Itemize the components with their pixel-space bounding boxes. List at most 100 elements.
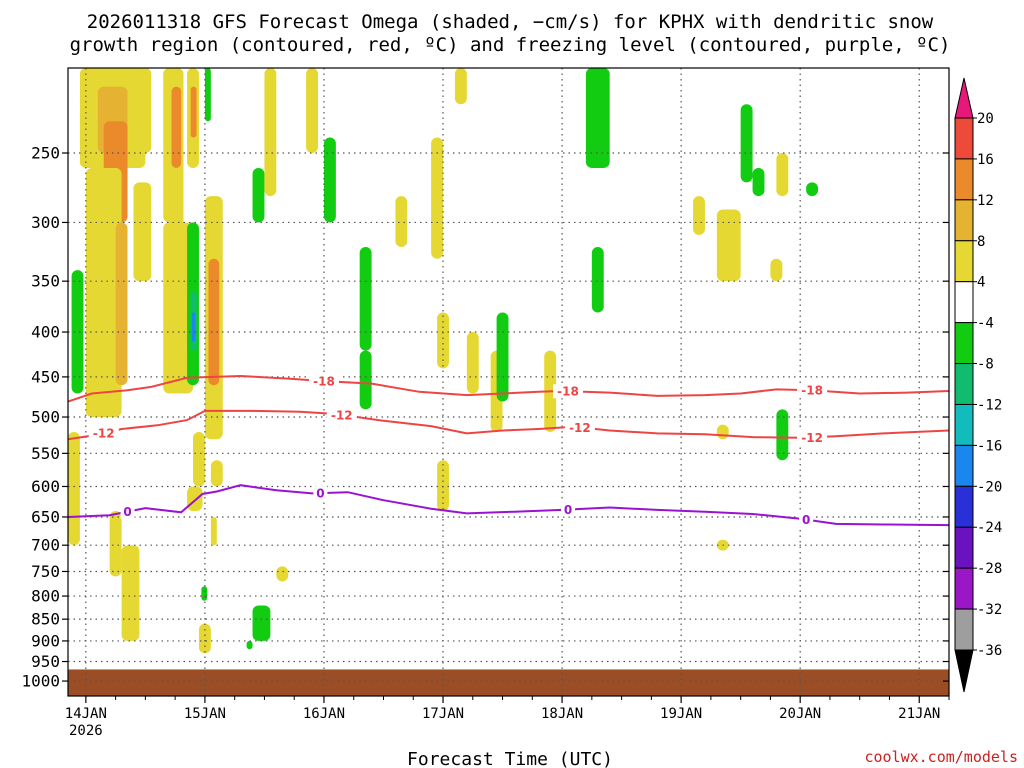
chart-title-line-1: 2026011318 GFS Forecast Omega (shaded, −… [87,11,934,33]
omega-patch [190,86,197,138]
omega-time-height-chart: 2026011318 GFS Forecast Omega (shaded, −… [21,11,1018,768]
omega-patch [109,511,122,577]
omega-patch [133,182,152,282]
colorbar-segment [954,281,974,324]
omega-patch [306,68,319,153]
colorbar-segment [954,608,974,651]
colorbar-segment [954,567,974,610]
plot-area: -18 -18 -18 -12 -12 -12 -12 0 0 0 0 [67,67,950,697]
omega-patch [466,332,479,394]
omega-patch [252,605,271,641]
omega-patch [171,86,182,168]
omega-patch [716,209,741,282]
y-tick-label: 600 [31,477,60,496]
x-tick-label: 19JAN [660,706,702,722]
contour-label: -12 [569,421,591,435]
omega-patch [431,137,444,259]
colorbar-segment [954,444,974,487]
omega-patch [252,167,265,223]
y-tick-label: 950 [31,652,60,671]
x-tick-label: 14JAN [65,706,107,722]
x-axis-label: Forecast Time (UTC) [407,749,613,768]
y-tick-label: 550 [31,444,60,463]
omega-patch [323,137,336,223]
contour-label: -12 [93,426,115,440]
omega-patch [454,68,467,105]
x-year-label: 2026 [69,723,103,739]
y-tick-label: 450 [31,367,60,386]
contour-label: -12 [331,408,353,422]
y-tick-label: 700 [31,536,60,555]
omega-patch [276,566,289,582]
x-axis: 14JAN 15JAN 16JAN 17JAN 18JAN 19JAN 20JAN 21JAN… [65,696,950,739]
omega-patch [204,68,211,122]
colorbar-label: 8 [977,234,985,250]
omega-patch [193,431,205,487]
y-tick-label: 1000 [21,672,60,691]
colorbar-label: 16 [977,152,994,168]
omega-patch [139,68,152,153]
contour-label: -18 [557,385,579,399]
contour-label: 0 [802,513,810,527]
colorbar-over-arrow [954,77,974,119]
colorbar-segment [954,526,974,569]
omega-patch [121,545,140,641]
x-tick-label: 15JAN [184,706,226,722]
x-tick-label: 17JAN [422,706,464,722]
colorbar-label: -16 [977,438,1002,454]
colorbar-segment [954,158,974,201]
colorbar-label: 12 [977,193,994,209]
omega-patch [115,222,128,386]
x-tick-label: 18JAN [541,706,583,722]
y-tick-label: 650 [31,507,60,526]
omega-patch [716,424,729,440]
colorbar-label: -28 [977,561,1002,577]
y-tick-label: 300 [31,213,60,232]
omega-patch [359,247,372,351]
colorbar-label: 4 [977,275,985,291]
colorbar-label: -4 [977,316,994,332]
omega-patch [740,104,753,183]
y-tick-label: 400 [31,323,60,342]
colorbar-segment [954,403,974,446]
omega-patch [210,460,223,487]
y-tick-label: 350 [31,272,60,291]
chart-title-line-2: growth region (contoured, red, ºC) and f… [70,34,951,56]
omega-patch [68,431,80,546]
omega-patch [71,270,84,394]
colorbar: 20 16 12 8 4 -4 -8 -12 -16 -20 -24 -28 -32 -36 [954,77,1002,693]
y-tick-label: 500 [31,408,60,427]
omega-patch [395,196,408,248]
contour-label: 0 [123,505,131,519]
omega-patch [187,486,203,512]
colorbar-label: -36 [977,643,1002,659]
colorbar-segment [954,322,974,365]
colorbar-segment [954,240,974,283]
colorbar-label: 20 [977,111,994,127]
omega-patch [776,152,789,197]
colorbar-label: -12 [977,397,1002,413]
omega-patch [806,182,819,197]
omega-patch [246,640,253,650]
omega-patch [210,516,217,546]
omega-patch [585,68,610,168]
contour-label: -12 [801,431,823,445]
omega-patch [496,312,509,402]
omega-patch [201,586,208,601]
contour-label: -18 [313,375,335,389]
contour-label: -18 [801,384,823,398]
contour-label: 0 [564,503,572,517]
colorbar-label: -24 [977,520,1002,536]
x-tick-label: 16JAN [303,706,345,722]
x-tick-label: 21JAN [898,706,940,722]
ground-surface [68,669,949,696]
credit-text: coolwx.com/models [864,748,1018,766]
colorbar-under-arrow [954,649,974,693]
colorbar-label: -32 [977,602,1002,618]
omega-patch [359,350,372,410]
omega-patch [264,68,277,197]
omega-patch [198,623,211,654]
colorbar-segment [954,363,974,405]
colorbar-segment [954,485,974,528]
contour-label: 0 [316,487,324,501]
